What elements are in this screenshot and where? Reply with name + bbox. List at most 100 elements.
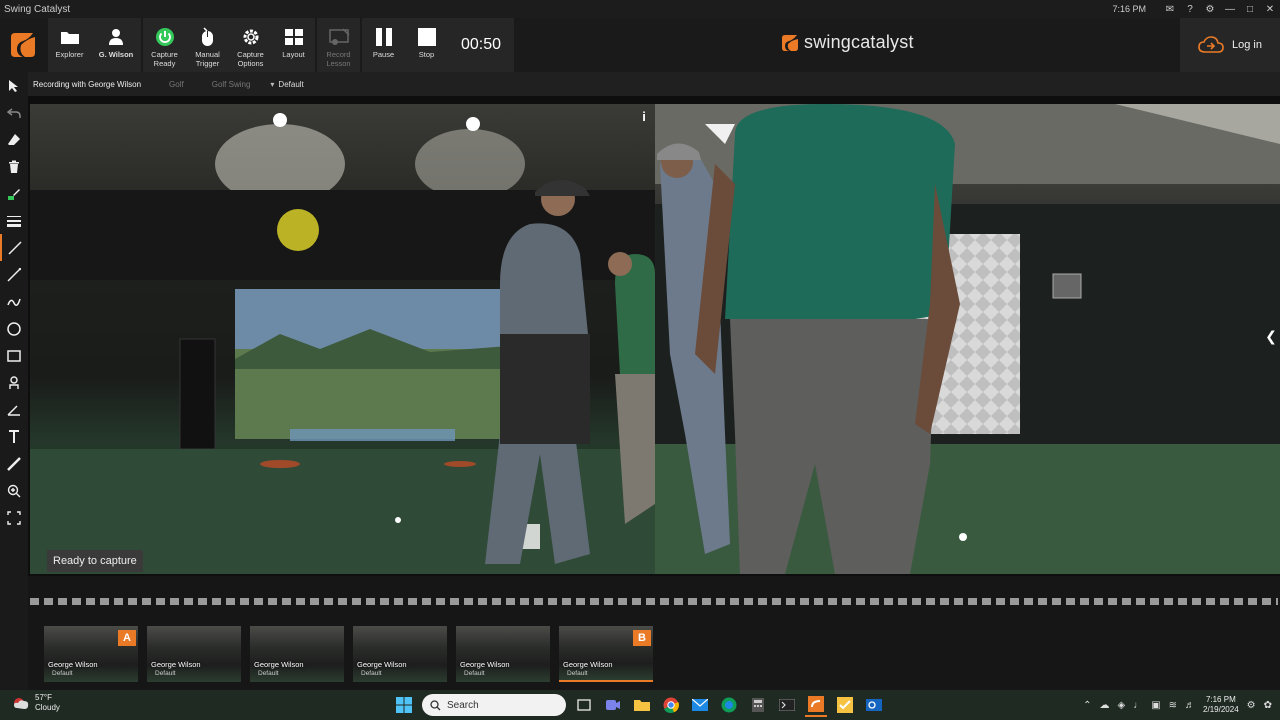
- record-lesson-icon: [328, 28, 350, 45]
- outlook-app[interactable]: [863, 693, 885, 717]
- thumbnail-setup: Default: [52, 670, 73, 677]
- line-width-tool[interactable]: [0, 207, 28, 234]
- chevron-left-icon[interactable]: ❮: [1265, 326, 1277, 346]
- login-button[interactable]: Log in: [1180, 18, 1280, 72]
- thumbnail-5[interactable]: George Wilson Default: [456, 626, 550, 682]
- start-button[interactable]: [393, 693, 415, 717]
- crop-tool[interactable]: [0, 504, 28, 531]
- pause-button[interactable]: Pause: [362, 18, 405, 72]
- body-tool[interactable]: [0, 369, 28, 396]
- line-tool[interactable]: [0, 234, 28, 261]
- toolbar-group-playback: Pause Stop 00:50: [362, 18, 514, 72]
- edge-app[interactable]: [718, 693, 740, 717]
- toolbar-group-capture: Capture Ready Manual Trigger Capture Opt…: [143, 18, 315, 72]
- measure-tool[interactable]: [0, 450, 28, 477]
- wifi-icon[interactable]: ≋: [1169, 700, 1177, 711]
- thumbnail-3[interactable]: George Wilson Default: [250, 626, 344, 682]
- taskbar-search[interactable]: Search: [422, 694, 566, 716]
- stop-label: Stop: [418, 50, 435, 59]
- camera-a-scene: [30, 113, 655, 574]
- thumbnail-4[interactable]: George Wilson Default: [353, 626, 447, 682]
- thumbnail-name: George Wilson: [357, 660, 407, 669]
- breadcrumb-sport[interactable]: Golf: [169, 80, 184, 89]
- undo-icon: [7, 107, 21, 118]
- ruler-icon: [7, 456, 21, 471]
- setup-dropdown[interactable]: Default: [270, 80, 303, 89]
- help-icon[interactable]: ?: [1180, 0, 1200, 18]
- capture-options-label: Capture Options: [237, 50, 264, 68]
- swing-catalyst-logo-icon: [11, 33, 35, 57]
- text-tool[interactable]: [0, 423, 28, 450]
- stop-button[interactable]: Stop: [405, 18, 448, 72]
- thumbnail-1[interactable]: A George Wilson Default: [44, 626, 138, 682]
- outlook-icon: [866, 699, 882, 711]
- chrome-app[interactable]: [660, 693, 682, 717]
- chevron-up-icon[interactable]: ⌃: [1083, 700, 1091, 711]
- weather-widget[interactable]: 57°F Cloudy: [12, 693, 60, 713]
- info-button[interactable]: i: [638, 108, 650, 124]
- task-view-button[interactable]: [573, 693, 595, 717]
- eraser-icon: [8, 133, 20, 145]
- manual-trigger-label: Manual Trigger: [195, 50, 220, 68]
- drawing-tools-panel: [0, 72, 28, 690]
- zoom-tool[interactable]: [0, 477, 28, 504]
- record-lesson-button[interactable]: Record Lesson: [317, 18, 360, 72]
- calculator-app[interactable]: [747, 693, 769, 717]
- close-button[interactable]: ✕: [1260, 0, 1280, 18]
- circle-tool[interactable]: [0, 315, 28, 342]
- volume-icon[interactable]: ♬: [1185, 700, 1195, 711]
- line-width-icon: [7, 215, 21, 227]
- mail-icon[interactable]: ✉: [1160, 0, 1180, 18]
- swing-catalyst-app[interactable]: [805, 693, 827, 717]
- file-explorer-app[interactable]: [631, 693, 653, 717]
- minimize-button[interactable]: —: [1220, 0, 1240, 18]
- layout-label: Layout: [282, 50, 305, 59]
- app-logo[interactable]: [0, 18, 46, 72]
- network-icon[interactable]: ◈: [1118, 700, 1126, 711]
- weather-icon: [14, 698, 29, 709]
- taskbar-clock[interactable]: 7:16 PM 2/19/2024: [1203, 695, 1239, 715]
- delete-tool[interactable]: [0, 153, 28, 180]
- capture-ready-button[interactable]: Capture Ready: [143, 18, 186, 72]
- thumbnail-name: George Wilson: [563, 660, 613, 669]
- cursor-highlight: [277, 209, 319, 251]
- arrow-line-tool[interactable]: [0, 261, 28, 288]
- layout-button[interactable]: Layout: [272, 18, 315, 72]
- display-icon[interactable]: ▣: [1151, 700, 1160, 711]
- color-tool[interactable]: [0, 180, 28, 207]
- freehand-icon: [7, 298, 21, 306]
- cloud-sync-icon[interactable]: ☁: [1100, 700, 1110, 711]
- copilot-icon[interactable]: ✿: [1264, 700, 1272, 711]
- timeline-scrubber[interactable]: [30, 598, 1278, 605]
- manual-trigger-button[interactable]: Manual Trigger: [186, 18, 229, 72]
- undo-tool[interactable]: [0, 99, 28, 126]
- select-tool[interactable]: [0, 72, 28, 99]
- brand-name: swingcatalyst: [804, 32, 914, 52]
- tasks-app[interactable]: [834, 693, 856, 717]
- camera-view-a[interactable]: i Ready to capture: [30, 104, 655, 574]
- text-icon: [9, 429, 19, 443]
- freehand-tool[interactable]: [0, 288, 28, 315]
- camera-view-b[interactable]: ❮: [655, 104, 1280, 574]
- thumbnail-6[interactable]: B George Wilson Default: [559, 626, 653, 682]
- breadcrumb-activity[interactable]: Golf Swing: [212, 80, 251, 89]
- thumbnail-2[interactable]: George Wilson Default: [147, 626, 241, 682]
- capture-options-button[interactable]: Capture Options: [229, 18, 272, 72]
- microphone-icon[interactable]: ♩: [1133, 700, 1143, 711]
- clock-time: 7:16 PM: [1205, 695, 1236, 704]
- marker-a-badge: A: [118, 630, 136, 646]
- rectangle-icon: [7, 349, 21, 362]
- terminal-icon: [779, 699, 795, 711]
- thumbnail-setup: Default: [464, 670, 485, 677]
- maximize-button[interactable]: □: [1240, 0, 1260, 18]
- angle-tool[interactable]: [0, 396, 28, 423]
- meet-app[interactable]: [602, 693, 624, 717]
- explorer-button[interactable]: Explorer: [48, 18, 91, 72]
- notification-icon[interactable]: ⚙: [1247, 700, 1256, 711]
- terminal-app[interactable]: [776, 693, 798, 717]
- settings-icon[interactable]: ⚙: [1200, 0, 1220, 18]
- user-button[interactable]: G. Wilson: [91, 18, 141, 72]
- eraser-tool[interactable]: [0, 126, 28, 153]
- rectangle-tool[interactable]: [0, 342, 28, 369]
- mail-app[interactable]: [689, 693, 711, 717]
